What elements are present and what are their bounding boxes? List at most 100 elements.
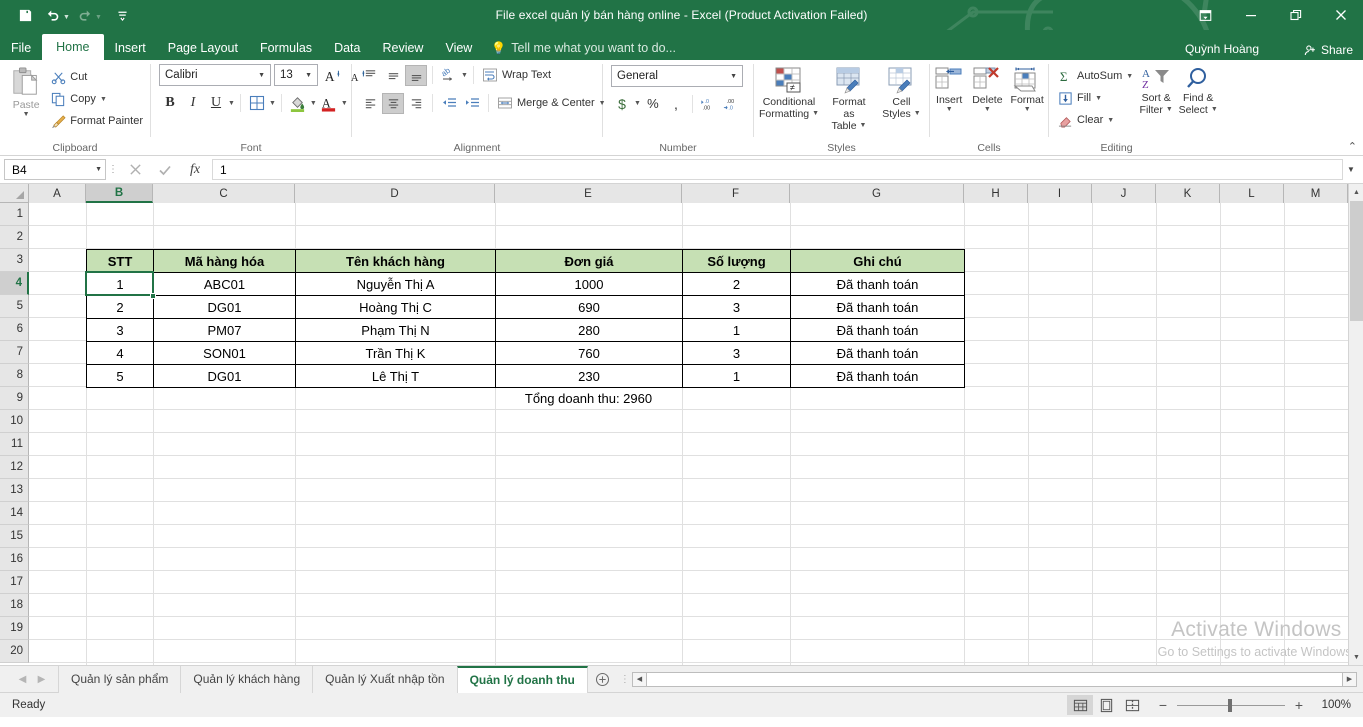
cell-styles-button[interactable]: Cell Styles▼ — [878, 64, 925, 122]
italic-button[interactable]: I — [182, 92, 204, 114]
tab-formulas[interactable]: Formulas — [249, 35, 323, 60]
table-row[interactable]: Lê Thị T — [295, 364, 496, 388]
tab-home[interactable]: Home — [42, 34, 103, 60]
column-header-C[interactable]: C — [153, 184, 295, 203]
save-icon[interactable] — [12, 4, 38, 26]
expand-formula-bar-button[interactable]: ▼ — [1343, 165, 1359, 174]
table-row[interactable]: 1 — [682, 318, 791, 342]
zoom-slider[interactable] — [1177, 705, 1285, 706]
align-bottom-button[interactable] — [405, 65, 427, 86]
scroll-down-button[interactable]: ▼ — [1349, 649, 1363, 665]
row-header-20[interactable]: 20 — [0, 640, 29, 663]
copy-button[interactable]: Copy ▼ — [48, 88, 146, 110]
font-color-button[interactable]: A — [318, 92, 340, 114]
autosum-dropdown-caret[interactable]: ▼ — [1126, 73, 1133, 80]
table-row[interactable]: 1 — [86, 272, 154, 296]
table-row[interactable]: 4 — [86, 341, 154, 365]
zoom-level[interactable]: 100% — [1313, 699, 1351, 711]
fill-color-button[interactable] — [287, 92, 309, 114]
number-format-combo[interactable]: General ▼ — [611, 65, 743, 87]
table-header-cell[interactable]: Ghi chú — [790, 249, 965, 273]
table-row[interactable]: DG01 — [153, 364, 296, 388]
borders-dropdown-caret[interactable]: ▼ — [269, 100, 276, 107]
orientation-dropdown-caret[interactable]: ▼ — [461, 72, 468, 79]
row-header-17[interactable]: 17 — [0, 571, 29, 594]
collapse-ribbon-button[interactable]: ⌃ — [1348, 140, 1357, 153]
add-sheet-icon[interactable] — [588, 666, 618, 693]
font-size-combo[interactable]: 13 ▼ — [274, 64, 318, 86]
sheet-tab-quan-ly-xuat-nhap-ton[interactable]: Quản lý Xuất nhập tồn — [312, 666, 456, 693]
column-header-B[interactable]: B — [86, 184, 153, 203]
paste-button[interactable]: Paste ▼ — [4, 64, 48, 118]
column-header-F[interactable]: F — [682, 184, 790, 203]
conditional-formatting-button[interactable]: ≠ Conditional Formatting▼ — [758, 64, 820, 122]
page-layout-view-button[interactable] — [1093, 695, 1119, 715]
conditional-formatting-dropdown-caret[interactable]: ▼ — [812, 110, 819, 118]
table-row[interactable]: Đã thanh toán — [790, 295, 965, 319]
cell-styles-dropdown-caret[interactable]: ▼ — [914, 110, 921, 118]
table-row[interactable]: Đã thanh toán — [790, 272, 965, 296]
row-header-4[interactable]: 4 — [0, 272, 29, 295]
tab-data[interactable]: Data — [323, 35, 371, 60]
tell-me-search[interactable]: 💡 Tell me what you want to do... — [483, 35, 676, 60]
format-as-table-dropdown-caret[interactable]: ▼ — [860, 122, 867, 130]
align-top-button[interactable] — [359, 65, 381, 86]
name-box-caret[interactable]: ▼ — [95, 166, 102, 173]
table-row[interactable]: Hoàng Thị C — [295, 295, 496, 319]
customize-quick-access-toolbar-icon[interactable] — [110, 4, 136, 26]
table-row[interactable]: Đã thanh toán — [790, 341, 965, 365]
sort-filter-button[interactable]: A Z Sort & Filter▼ — [1136, 64, 1176, 118]
table-row[interactable]: Nguyễn Thị A — [295, 272, 496, 296]
column-header-K[interactable]: K — [1156, 184, 1220, 203]
increase-font-size-button[interactable]: A — [321, 64, 343, 86]
column-header-L[interactable]: L — [1220, 184, 1284, 203]
table-row[interactable]: Đã thanh toán — [790, 364, 965, 388]
tab-review[interactable]: Review — [371, 35, 434, 60]
close-icon[interactable] — [1318, 0, 1363, 30]
sort-filter-dropdown-caret[interactable]: ▼ — [1166, 106, 1173, 114]
fill-dropdown-caret[interactable]: ▼ — [1095, 95, 1102, 102]
table-row[interactable]: SON01 — [153, 341, 296, 365]
share-button[interactable]: Share — [1304, 43, 1353, 57]
bold-button[interactable]: B — [159, 92, 181, 114]
table-row[interactable]: DG01 — [153, 295, 296, 319]
zoom-slider-thumb[interactable] — [1228, 699, 1232, 712]
copy-dropdown-caret[interactable]: ▼ — [100, 96, 107, 103]
table-row[interactable]: 760 — [495, 341, 683, 365]
vertical-scroll-thumb[interactable] — [1350, 201, 1363, 321]
table-row[interactable]: 3 — [682, 341, 791, 365]
tab-file[interactable]: File — [0, 35, 42, 60]
table-row[interactable]: Phạm Thị N — [295, 318, 496, 342]
table-row[interactable]: 3 — [682, 295, 791, 319]
currency-button[interactable]: $ — [611, 93, 633, 114]
table-header-cell[interactable]: Đơn giá — [495, 249, 683, 273]
underline-dropdown-caret[interactable]: ▼ — [228, 100, 235, 107]
row-header-2[interactable]: 2 — [0, 226, 29, 249]
table-row[interactable]: PM07 — [153, 318, 296, 342]
format-painter-button[interactable]: Format Painter — [48, 110, 146, 132]
merge-center-button[interactable]: Merge & Center ▼ — [494, 92, 609, 114]
row-header-14[interactable]: 14 — [0, 502, 29, 525]
row-header-9[interactable]: 9 — [0, 387, 29, 410]
align-right-button[interactable] — [405, 93, 427, 114]
font-color-dropdown-caret[interactable]: ▼ — [341, 100, 348, 107]
decrease-decimal-button[interactable]: .00.0 — [721, 93, 743, 114]
column-header-H[interactable]: H — [964, 184, 1028, 203]
row-header-6[interactable]: 6 — [0, 318, 29, 341]
tab-page-layout[interactable]: Page Layout — [157, 35, 249, 60]
row-header-18[interactable]: 18 — [0, 594, 29, 617]
sheet-tab-quan-ly-doanh-thu[interactable]: Quản lý doanh thu — [457, 666, 588, 693]
scroll-left-button[interactable]: ◀ — [632, 672, 647, 687]
table-row[interactable]: 690 — [495, 295, 683, 319]
page-break-preview-button[interactable] — [1119, 695, 1145, 715]
cut-button[interactable]: Cut — [48, 66, 146, 88]
row-header-15[interactable]: 15 — [0, 525, 29, 548]
paste-dropdown-caret[interactable]: ▼ — [23, 111, 30, 118]
insert-function-button[interactable]: fx — [180, 159, 210, 181]
decrease-indent-button[interactable] — [438, 93, 460, 114]
table-row[interactable]: Đã thanh toán — [790, 318, 965, 342]
fill-color-dropdown-caret[interactable]: ▼ — [310, 100, 317, 107]
sheet-tab-quan-ly-khach-hang[interactable]: Quản lý khách hàng — [180, 666, 312, 693]
clear-dropdown-caret[interactable]: ▼ — [1107, 117, 1114, 124]
insert-cells-dropdown-caret[interactable]: ▼ — [946, 106, 953, 114]
